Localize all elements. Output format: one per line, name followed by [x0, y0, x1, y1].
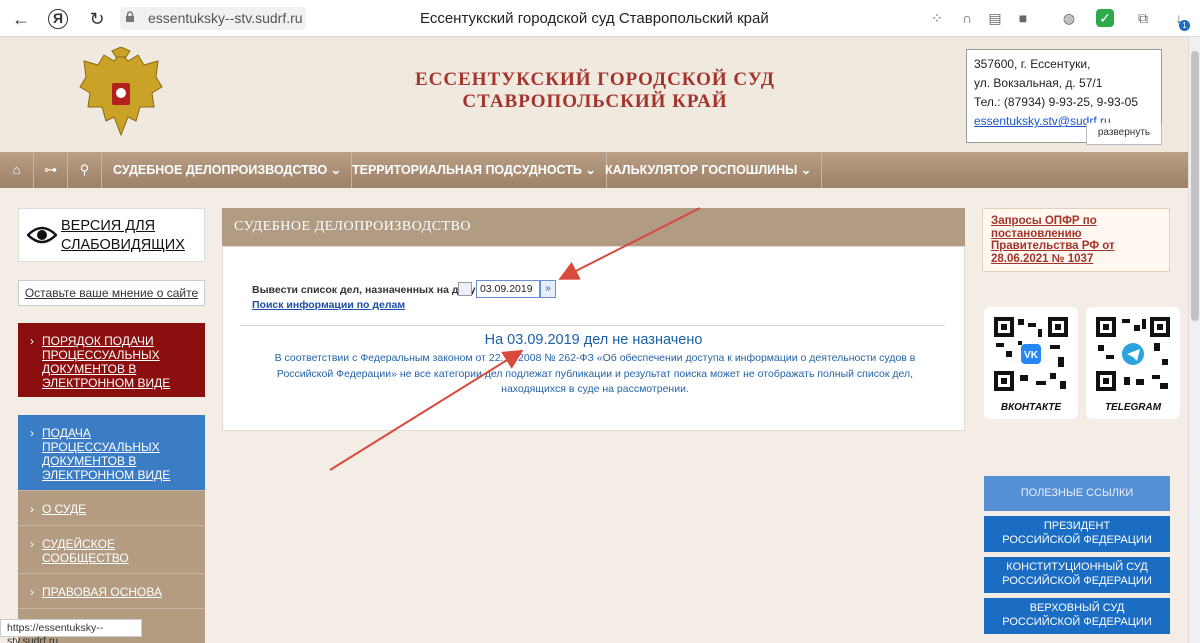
svg-text:VK: VK [1024, 350, 1039, 361]
telegram-caption: TELEGRAM [1104, 402, 1162, 413]
sidebar-item-about-court[interactable]: › О СУДЕ [18, 490, 205, 525]
nav-label: ТЕРРИТОРИАЛЬНАЯ ПОДСУДНОСТЬ [352, 163, 582, 177]
link-president[interactable]: ПРЕЗИДЕНТ РОССИЙСКОЙ ФЕДЕРАЦИИ [984, 516, 1170, 552]
nav-item-territorial-jurisdiction[interactable]: ТЕРРИТОРИАЛЬНАЯ ПОДСУДНОСТЬ ⌄ [342, 152, 607, 188]
eye-icon [27, 226, 57, 244]
sidebar-item-label: ПОДАЧА ПРОЦЕССУАЛЬНЫХ ДОКУМЕНТОВ В ЭЛЕКТ… [42, 426, 171, 482]
useful-links-header: ПОЛЕЗНЫЕ ССЫЛКИ [984, 476, 1170, 511]
yandex-icon[interactable]: Я [48, 9, 68, 29]
sidebar-item-label: СУДЕЙСКОЕ СООБЩЕСТВО [42, 537, 129, 565]
sidebar-item-judicial-community[interactable]: › СУДЕЙСКОЕ СООБЩЕСТВО [18, 525, 205, 573]
reload-icon[interactable]: ↻ [86, 8, 108, 30]
sidebar-item-e-filing-procedure[interactable]: › ПОРЯДОК ПОДАЧИ ПРОЦЕССУАЛЬНЫХ ДОКУМЕНТ… [18, 323, 205, 397]
browser-toolbar: ← Я ↻ essentuksky--stv.sudrf.ru Ессентук… [0, 0, 1200, 37]
status-url: https://essentuksky--stv.sudrf.ru [0, 619, 142, 643]
bookmark-icon[interactable]: ■ [1014, 9, 1032, 27]
pfr-requests-link[interactable]: Запросы ОПФР по постановлению Правительс… [982, 208, 1170, 272]
chevron-down-icon: ⌄ [800, 163, 812, 177]
chevron-right-icon: › [30, 334, 34, 348]
chevron-right-icon: › [30, 537, 34, 551]
telegram-qr-card[interactable]: TELEGRAM [1086, 307, 1180, 419]
sidebar-item-e-filing[interactable]: › ПОДАЧА ПРОЦЕССУАЛЬНЫХ ДОКУМЕНТОВ В ЭЛЕ… [18, 415, 205, 490]
phone-line: Тел.: (87934) 9-93-25, 9-93-05 [974, 95, 1139, 109]
apps-grid-icon[interactable]: ⁘ [928, 9, 946, 27]
court-title-line2: СТАВРОПОЛЬСКИЙ КРАЙ [462, 91, 728, 112]
link-line1: ПРЕЗИДЕНТ [1043, 520, 1111, 532]
coat-of-arms-emblem [79, 47, 163, 137]
chevron-right-icon: › [30, 585, 34, 599]
section-title: СУДЕБНОЕ ДЕЛОПРОИЗВОДСТВО [234, 219, 472, 234]
link-line2: РОССИЙСКОЙ ФЕДЕРАЦИИ [1002, 533, 1152, 546]
address-line1: 357600, г. Ессентуки, [974, 57, 1091, 71]
telegram-qr-code [1094, 315, 1172, 393]
url-text[interactable]: essentuksky--stv.sudrf.ru [148, 10, 303, 26]
divider [240, 325, 945, 326]
back-arrow-icon[interactable]: ← [10, 8, 32, 30]
nav-label: КАЛЬКУЛЯТОР ГОСПОШЛИНЫ [605, 163, 798, 177]
globe-icon[interactable]: ◍ [1060, 9, 1078, 27]
court-title-line1: ЕССЕНТУКСКИЙ ГОРОДСКОЙ СУД [415, 69, 775, 90]
link-constitutional-court[interactable]: КОНСТИТУЦИОННЫЙ СУД РОССИЙСКОЙ ФЕДЕРАЦИИ [984, 557, 1170, 593]
downloads-badge: 1 [1179, 20, 1190, 31]
search-icon[interactable]: ⚲ [68, 152, 102, 188]
reader-mode-icon[interactable]: ▤ [986, 9, 1004, 27]
section-header: СУДЕБНОЕ ДЕЛОПРОИЗВОДСТВО [222, 208, 965, 246]
case-search-link[interactable]: Поиск информации по делам [252, 299, 405, 311]
address-line2: ул. Вокзальная, д. 57/1 [974, 76, 1103, 90]
headphones-icon[interactable]: ∩ [958, 9, 976, 27]
nav-label: СУДЕБНОЕ ДЕЛОПРОИЗВОДСТВО [113, 163, 328, 177]
link-line1: КОНСТИТУЦИОННЫЙ СУД [1006, 561, 1148, 573]
site-header: ЕССЕНТУКСКИЙ ГОРОДСКОЙ СУД СТАВРОПОЛЬСКИ… [0, 37, 1188, 152]
sidebar-item-legal-basis[interactable]: › ПРАВОВАЯ ОСНОВА [18, 573, 205, 608]
nav-item-court-proceedings[interactable]: СУДЕБНОЕ ДЕЛОПРОИЗВОДСТВО ⌄ [103, 152, 353, 188]
feedback-link[interactable]: Оставьте ваше мнение о сайте [18, 280, 205, 306]
chevron-down-icon: ⌄ [330, 163, 342, 177]
page-scrollbar[interactable] [1188, 37, 1200, 643]
result-message: На 03.09.2019 дел не назначено [484, 332, 703, 348]
main-navbar: ⌂ ⊶ ⚲ СУДЕБНОЕ ДЕЛОПРОИЗВОДСТВО ⌄ ТЕРРИТ… [0, 152, 1188, 188]
sitemap-icon[interactable]: ⊶ [34, 152, 68, 188]
expand-address-button[interactable]: развернуть [1086, 123, 1162, 145]
law-notice: В соответствии с Федеральным законом от … [274, 352, 916, 395]
calendar-icon[interactable] [458, 282, 472, 296]
home-icon[interactable]: ⌂ [0, 152, 34, 188]
sidebar-item-label: ПРАВОВАЯ ОСНОВА [42, 585, 162, 599]
vk-qr-code: VK [992, 315, 1070, 393]
link-line2: РОССИЙСКОЙ ФЕДЕРАЦИИ [1002, 615, 1152, 628]
nav-item-fee-calculator[interactable]: КАЛЬКУЛЯТОР ГОСПОШЛИНЫ ⌄ [595, 152, 823, 188]
chevron-right-icon: › [30, 426, 34, 440]
scrollbar-thumb[interactable] [1191, 51, 1199, 321]
tab-title: Ессентукский городской суд Ставропольски… [420, 10, 769, 27]
sidebar-item-label: ПОРЯДОК ПОДАЧИ ПРОЦЕССУАЛЬНЫХ ДОКУМЕНТОВ… [42, 334, 171, 390]
low-vision-version-button[interactable]: ВЕРСИЯ ДЛЯ СЛАБОВИДЯЩИХ [18, 208, 205, 262]
court-title: ЕССЕНТУКСКИЙ ГОРОДСКОЙ СУД СТАВРОПОЛЬСКИ… [380, 69, 810, 113]
translate-icon[interactable]: ⧉ [1134, 9, 1152, 27]
low-vision-label: ВЕРСИЯ ДЛЯ СЛАБОВИДЯЩИХ [61, 218, 185, 253]
submit-date-button[interactable]: » [540, 280, 556, 298]
date-label: Вывести список дел, назначенных на дату [252, 284, 476, 296]
vk-caption: ВКОНТАКТЕ [1000, 402, 1062, 413]
link-supreme-court[interactable]: ВЕРХОВНЫЙ СУД РОССИЙСКОЙ ФЕДЕРАЦИИ [984, 598, 1170, 634]
date-field[interactable]: 03.09.2019 [476, 280, 540, 298]
link-line2: РОССИЙСКОЙ ФЕДЕРАЦИИ [1002, 574, 1152, 587]
chevron-right-icon: › [30, 502, 34, 516]
sidebar-item-label: О СУДЕ [42, 502, 87, 516]
vk-qr-card[interactable]: VK ВКОНТАКТЕ [984, 307, 1078, 419]
link-line1: ВЕРХОВНЫЙ СУД [1029, 602, 1125, 614]
lock-icon [126, 11, 134, 22]
shield-check-icon[interactable]: ✓ [1096, 9, 1114, 27]
